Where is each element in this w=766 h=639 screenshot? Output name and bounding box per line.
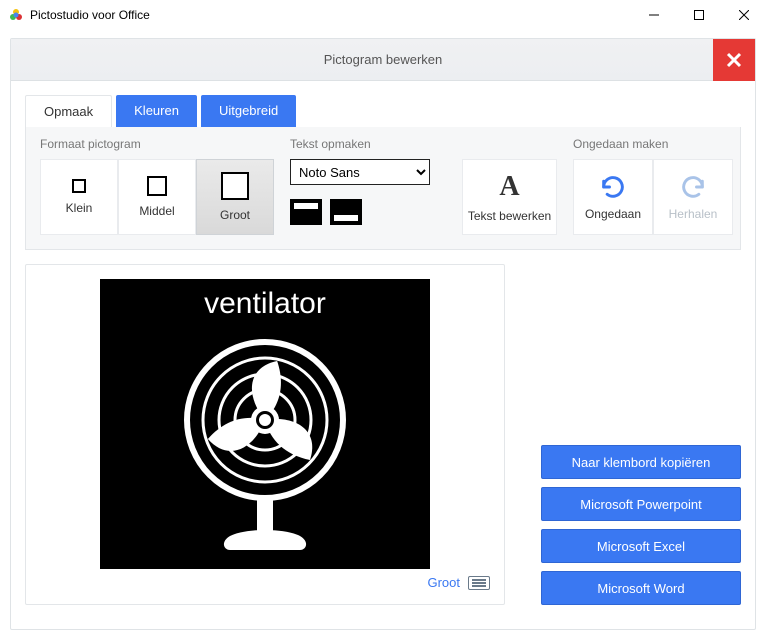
size-klein-button[interactable]: Klein xyxy=(40,159,118,235)
group-undo: Ongedaan maken Ongedaan Herhalen xyxy=(573,137,733,235)
herhalen-button[interactable]: Herhalen xyxy=(653,159,733,235)
undo-icon xyxy=(599,173,627,201)
group-undo-label: Ongedaan maken xyxy=(573,137,733,151)
letter-a-icon: A xyxy=(499,171,519,203)
dialog-panel: Pictogram bewerken Opmaak Kleuren Uitgeb… xyxy=(10,38,756,630)
preview-size-label: Groot xyxy=(427,575,460,590)
maximize-button[interactable] xyxy=(676,0,721,30)
titlebar: Pictostudio voor Office xyxy=(0,0,766,30)
group-text-label: Tekst opmaken xyxy=(290,137,430,151)
minimize-icon xyxy=(649,10,659,20)
group-format-label: Formaat pictogram xyxy=(40,137,274,151)
app-logo-icon xyxy=(8,7,24,23)
label-top-button[interactable] xyxy=(290,199,322,225)
label-bottom-button[interactable] xyxy=(330,199,362,225)
minimize-button[interactable] xyxy=(631,0,676,30)
toolbar: Formaat pictogram Klein Middel Groot Tek… xyxy=(25,127,741,250)
herhalen-label: Herhalen xyxy=(669,207,718,221)
close-window-button[interactable] xyxy=(721,0,766,30)
close-icon xyxy=(739,10,749,20)
group-edit-text: A Tekst bewerken xyxy=(462,137,557,235)
square-small-icon xyxy=(72,179,86,193)
window-title: Pictostudio voor Office xyxy=(30,8,631,22)
export-excel-button[interactable]: Microsoft Excel xyxy=(541,529,741,563)
keyboard-icon[interactable] xyxy=(468,576,490,590)
ongedaan-label: Ongedaan xyxy=(585,207,641,221)
ongedaan-button[interactable]: Ongedaan xyxy=(573,159,653,235)
size-middel-button[interactable]: Middel xyxy=(118,159,196,235)
group-format: Formaat pictogram Klein Middel Groot xyxy=(40,137,274,235)
tab-row: Opmaak Kleuren Uitgebreid xyxy=(11,81,755,127)
panel-header: Pictogram bewerken xyxy=(11,39,755,81)
export-powerpoint-button[interactable]: Microsoft Powerpoint xyxy=(541,487,741,521)
panel-title: Pictogram bewerken xyxy=(324,52,443,67)
close-dialog-button[interactable] xyxy=(713,39,755,81)
preview-footer: Groot xyxy=(40,569,490,590)
preview-card: ventilator xyxy=(25,264,505,605)
font-select[interactable]: Noto Sans xyxy=(290,159,430,185)
square-large-icon xyxy=(221,172,249,200)
action-buttons: Naar klembord kopiëren Microsoft Powerpo… xyxy=(541,264,741,605)
close-icon xyxy=(726,52,742,68)
tab-uitgebreid[interactable]: Uitgebreid xyxy=(201,95,296,127)
pictogram-preview: ventilator xyxy=(100,279,430,569)
tekst-bewerken-label: Tekst bewerken xyxy=(468,209,551,223)
copy-clipboard-button[interactable]: Naar klembord kopiëren xyxy=(541,445,741,479)
tekst-bewerken-button[interactable]: A Tekst bewerken xyxy=(462,159,557,235)
group-text: Tekst opmaken Noto Sans xyxy=(290,137,430,235)
redo-icon xyxy=(679,173,707,201)
size-middel-label: Middel xyxy=(139,204,174,218)
fan-icon xyxy=(145,325,385,565)
content-area: ventilator xyxy=(11,264,755,619)
maximize-icon xyxy=(694,10,704,20)
size-groot-button[interactable]: Groot xyxy=(196,159,274,235)
tab-kleuren[interactable]: Kleuren xyxy=(116,95,197,127)
square-medium-icon xyxy=(147,176,167,196)
export-word-button[interactable]: Microsoft Word xyxy=(541,571,741,605)
size-klein-label: Klein xyxy=(66,201,93,215)
pictogram-label: ventilator xyxy=(204,287,326,321)
size-groot-label: Groot xyxy=(220,208,250,222)
tab-opmaak[interactable]: Opmaak xyxy=(25,95,112,127)
